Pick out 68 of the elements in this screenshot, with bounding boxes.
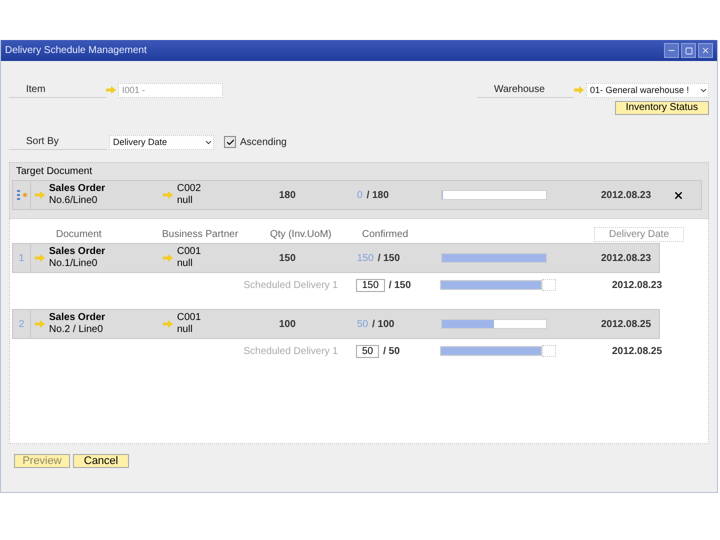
field-label: Warehouse	[477, 82, 574, 98]
field-label: Item	[9, 82, 106, 98]
arrow-icon[interactable]	[106, 86, 116, 94]
inventory-status-button[interactable]: Inventory Status	[614, 101, 709, 115]
arrow-icon[interactable]	[163, 320, 173, 328]
row-number: 2	[18, 318, 24, 330]
document-number: No.1/Line0	[49, 258, 98, 270]
panel-title: Target Document	[16, 166, 92, 177]
delivery-date: 2012.08.25	[612, 346, 662, 356]
document-type: Sales Order	[49, 183, 106, 195]
confirmed-quantity: 0	[357, 190, 363, 200]
minimize-button[interactable]	[664, 43, 679, 58]
tree-icon	[16, 189, 28, 201]
total-quantity: / 180	[366, 190, 389, 200]
arrow-icon[interactable]	[163, 191, 173, 199]
quantity: 150	[279, 252, 296, 264]
close-icon	[701, 46, 710, 55]
row-number: 1	[18, 252, 24, 264]
checkbox-label: Ascending	[240, 136, 287, 148]
schedule-label: Scheduled Delivery 1	[244, 280, 339, 290]
quantity: 180	[279, 190, 296, 200]
partner-name: null	[177, 258, 194, 270]
document-number: No.2 / Line0	[49, 324, 104, 336]
total-quantity: / 150	[378, 252, 400, 264]
delivery-date: 2012.08.23	[601, 190, 652, 200]
column-header: Document	[56, 228, 102, 240]
column-header: Qty (Inv.UoM)	[270, 228, 332, 240]
arrow-icon[interactable]	[35, 254, 45, 262]
total-quantity: / 100	[372, 318, 394, 330]
column-header: Confirmed	[362, 228, 408, 240]
delivery-date: 2012.08.23	[612, 280, 662, 290]
total-quantity: / 150	[388, 280, 411, 290]
dialog-button[interactable]: Cancel	[73, 454, 129, 468]
column-header: Business Partner	[162, 228, 238, 240]
check-icon	[226, 138, 234, 146]
quantity-input[interactable]: 50	[356, 344, 380, 358]
partner-code: C001	[177, 312, 201, 324]
column-header: Delivery Date	[594, 226, 684, 242]
ascending-checkbox[interactable]	[224, 136, 236, 148]
partner-name: null	[177, 195, 194, 207]
partner-name: null	[177, 324, 194, 336]
close-icon[interactable]	[673, 190, 684, 200]
arrow-icon[interactable]	[35, 191, 45, 199]
document-number: No.6/Line0	[49, 195, 98, 207]
field-label: Sort By	[9, 134, 107, 150]
order-row[interactable]: 1 Sales Order No.1/Line0 C001 null 150 150 / 150 2012.08.23	[12, 243, 660, 273]
partner-code: C002	[177, 183, 201, 195]
maximize-button[interactable]	[681, 43, 696, 58]
arrow-icon[interactable]	[35, 320, 45, 328]
order-row[interactable]: 2 Sales Order No.2 / Line0 C001 null 100 50 / 100 2012.08.25	[12, 309, 660, 339]
warehouse-dropdown[interactable]: 01- General warehouse !	[586, 82, 709, 98]
arrow-icon[interactable]	[574, 86, 584, 94]
window-title: Delivery Schedule Management	[5, 45, 147, 56]
confirmed-quantity: 50	[357, 318, 368, 330]
quantity: 100	[279, 318, 296, 330]
quantity-input[interactable]: 150	[356, 278, 385, 292]
delivery-date: 2012.08.25	[601, 318, 652, 330]
schedule-label: Scheduled Delivery 1	[244, 346, 339, 356]
partner-code: C001	[177, 246, 201, 258]
document-type: Sales Order	[49, 246, 106, 258]
arrow-icon[interactable]	[163, 254, 173, 262]
maximize-icon	[684, 46, 692, 54]
delivery-date: 2012.08.23	[601, 252, 652, 264]
document-type: Sales Order	[49, 312, 106, 324]
close-button[interactable]	[698, 43, 713, 58]
total-quantity: / 50	[383, 346, 400, 356]
sort-dropdown[interactable]: Delivery Date	[109, 134, 214, 150]
confirmed-quantity: 150	[357, 252, 374, 264]
